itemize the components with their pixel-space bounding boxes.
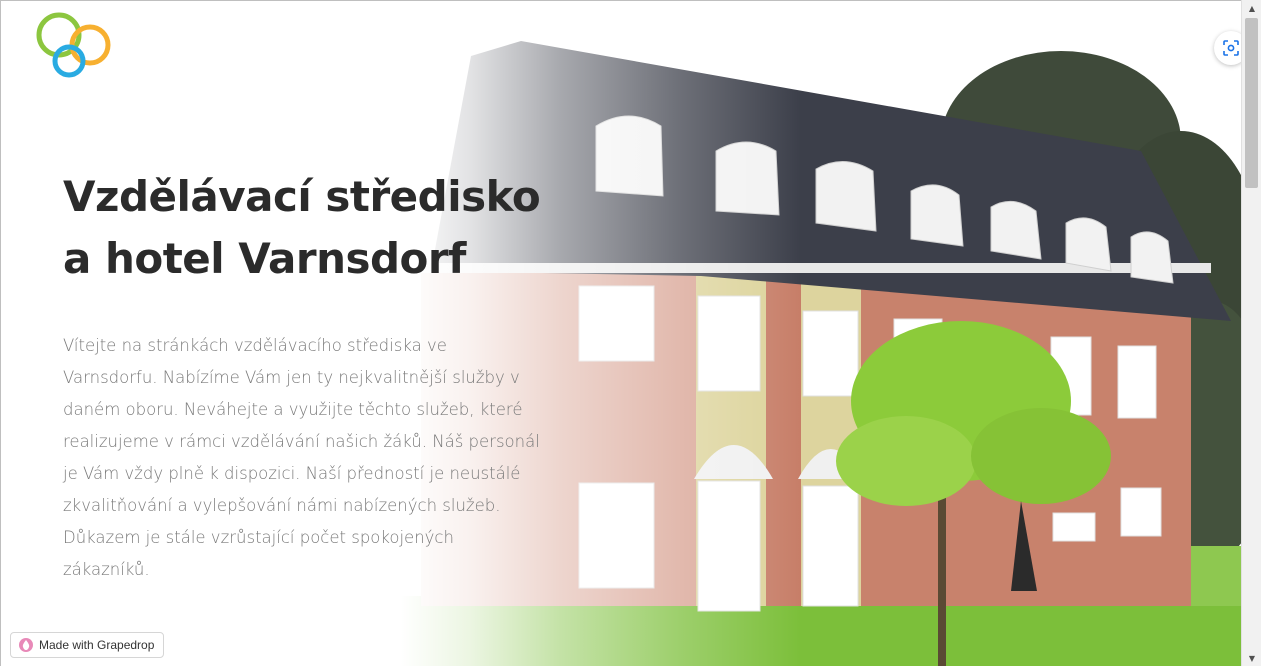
made-with-grapedrop-badge[interactable]: Made with Grapedrop xyxy=(10,632,165,658)
intro-paragraph: Vítejte na stránkách vzdělávacího středi… xyxy=(63,336,540,579)
badge-label: Made with Grapedrop xyxy=(39,638,155,652)
screenshot-button[interactable] xyxy=(1214,31,1242,65)
scroll-down-arrow-icon[interactable]: ▼ xyxy=(1242,650,1261,666)
title-line-2: a hotel Varnsdorf xyxy=(63,234,466,283)
screenshot-capture-icon xyxy=(1223,40,1239,56)
site-logo[interactable] xyxy=(35,11,113,79)
grapedrop-drop-icon xyxy=(19,638,33,652)
three-circles-logo-icon xyxy=(36,12,111,78)
scrollbar-thumb[interactable] xyxy=(1245,18,1258,188)
vertical-scrollbar[interactable]: ▲ ▼ xyxy=(1241,0,1261,666)
page-title: Vzdělávací středisko a hotel Varnsdorf xyxy=(63,166,583,290)
page-frame: Vzdělávací středisko a hotel Varnsdorf Ví… xyxy=(0,0,1242,666)
title-line-1: Vzdělávací středisko xyxy=(63,172,541,221)
scroll-up-arrow-icon[interactable]: ▲ xyxy=(1242,0,1261,16)
